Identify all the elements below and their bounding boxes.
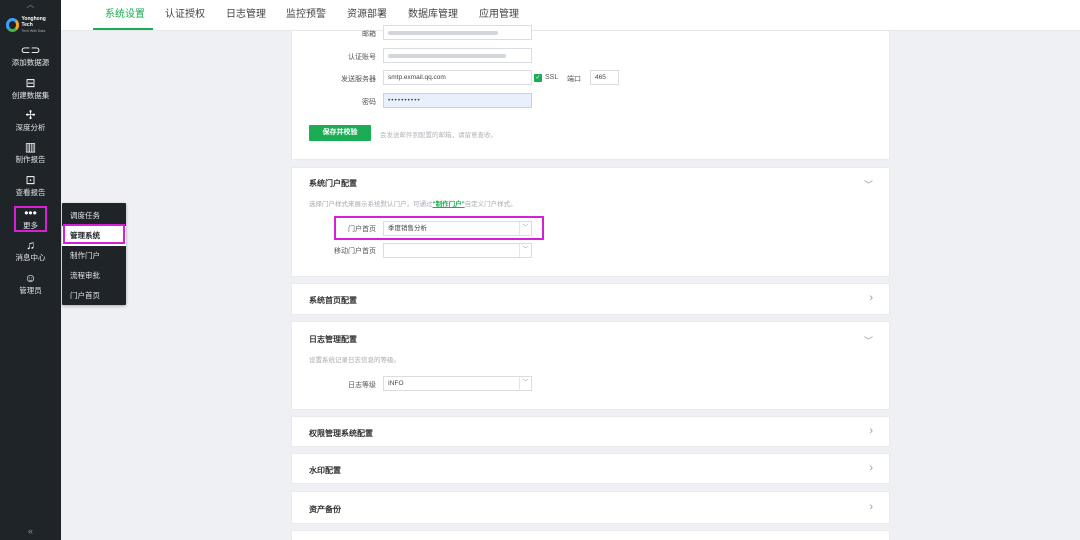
user-icon: ☺ [24, 271, 37, 285]
account-label: 认证账号 [348, 54, 376, 61]
save-validate-button[interactable]: 保存并校验 [309, 125, 371, 141]
popup-item-schedule[interactable]: 调度任务 [62, 206, 126, 226]
logo-mark-icon [6, 18, 20, 32]
analysis-icon: ✢ [25, 108, 36, 122]
sidebar-item-create-dataset[interactable]: ⊟ 创建数据集 [0, 75, 61, 105]
mobile-portal-home-select[interactable]: ﹀ [383, 243, 532, 258]
logo-tagline: Tech With Data [21, 29, 46, 33]
watermark-config-title: 水印配置 [309, 466, 341, 475]
tab-resources[interactable]: 资源部署 [347, 0, 387, 31]
logo: Yonghong Tech Tech With Data [6, 14, 56, 36]
dataset-icon: ⊟ [25, 76, 36, 90]
left-sidebar: ︿ Yonghong Tech Tech With Data ⊂⊃ 添加数据源 ⊟… [0, 0, 61, 540]
portal-desc-suffix: 自定义门户样式。 [464, 201, 517, 208]
perm-config-title: 权限管理系统配置 [309, 429, 373, 438]
more-highlight-box [14, 206, 47, 232]
sidebar-item-deep-analysis[interactable]: ✢ 深度分析 [0, 107, 61, 137]
popup-item-approval[interactable]: 流程审批 [62, 266, 126, 286]
log-level-select[interactable]: INFO ﹀ [383, 376, 532, 391]
more-popup-menu: 调度任务 管理系统 制作门户 流程审批 门户首页 [62, 203, 126, 305]
server-input[interactable]: smtp.exmail.qq.com [383, 70, 532, 85]
active-tab-indicator [93, 28, 153, 30]
chevron-down-icon[interactable]: ﹀ [864, 334, 873, 347]
sidebar-item-view-report[interactable]: ⊡ 查看报告 [0, 172, 61, 202]
chart-line-icon: ⊡ [25, 173, 36, 187]
portal-config-title: 系统门户配置 [309, 179, 357, 188]
popup-item-portal-home[interactable]: 门户首页 [62, 286, 126, 306]
link-icon: ⊂⊃ [20, 43, 41, 57]
collapse-icon[interactable]: « [0, 526, 61, 536]
bell-icon: ♫ [26, 238, 35, 252]
sidebar-item-admin[interactable]: ☺ 管理员 [0, 270, 61, 300]
popup-item-make-portal[interactable]: 制作门户 [62, 246, 126, 266]
sidebar-item-messages[interactable]: ♫ 消息中心 [0, 237, 61, 267]
sidebar-item-label: 消息中心 [15, 253, 46, 262]
home-config-title: 系统首页配置 [309, 296, 357, 305]
asset-backup-title: 资产备份 [309, 505, 341, 514]
portal-home-highlight-box [334, 216, 544, 240]
chevron-down-icon: ﹀ [519, 244, 531, 257]
sidebar-item-label: 深度分析 [15, 123, 46, 132]
chevron-right-icon[interactable]: › [869, 292, 873, 304]
top-nav: 系统设置 认证授权 日志管理 监控预警 资源部署 数据库管理 应用管理 [61, 0, 1080, 31]
home-config-panel[interactable]: 系统首页配置 › [291, 283, 890, 315]
sidebar-item-add-datasource[interactable]: ⊂⊃ 添加数据源 [0, 42, 61, 72]
tab-monitor[interactable]: 监控预警 [286, 0, 326, 31]
log-level-label: 日志等级 [348, 382, 376, 389]
sidebar-item-label: 查看报告 [15, 188, 46, 197]
password-input[interactable]: •••••••••• [383, 93, 532, 108]
chevron-right-icon[interactable]: › [869, 425, 873, 437]
save-hint: 会发送邮件到配置的邮箱，请留意查收。 [380, 132, 497, 139]
chevron-right-icon[interactable]: › [869, 462, 873, 474]
chevron-down-icon: ﹀ [519, 377, 531, 390]
log-config-panel: 日志管理配置 ﹀ 设置系统记录日志信息的等级。 日志等级 INFO ﹀ [291, 321, 890, 410]
chevron-right-icon[interactable]: › [869, 501, 873, 513]
sidebar-item-label: 管理员 [19, 286, 42, 295]
mobile-portal-home-label: 移动门户首页 [334, 248, 376, 255]
log-config-title: 日志管理配置 [309, 335, 357, 344]
sidebar-item-label: 制作报告 [15, 155, 46, 164]
portal-config-desc: 选择门户样式来展示系统默认门户，可通过"制作门户"自定义门户样式。 [309, 198, 517, 208]
next-config-panel[interactable] [291, 530, 890, 540]
portal-desc-prefix: 选择门户样式来展示系统默认门户，可通过 [309, 201, 433, 208]
password-label: 密码 [362, 99, 376, 106]
perm-config-panel[interactable]: 权限管理系统配置 › [291, 416, 890, 447]
asset-backup-panel[interactable]: 资产备份 › [291, 491, 890, 524]
port-input[interactable]: 465 [590, 70, 619, 85]
tab-logs[interactable]: 日志管理 [226, 0, 266, 31]
log-level-value: INFO [388, 380, 404, 387]
account-input[interactable] [383, 48, 532, 63]
watermark-config-panel[interactable]: 水印配置 › [291, 453, 890, 484]
make-portal-link[interactable]: "制作门户" [433, 201, 465, 208]
sidebar-item-label: 创建数据集 [11, 91, 50, 100]
ssl-checkbox[interactable]: ✓ [534, 74, 542, 82]
manage-system-highlight-box [63, 224, 125, 244]
log-config-desc: 设置系统记录日志信息的等级。 [309, 357, 400, 364]
scroll-up-icon[interactable]: ︿ [0, 0, 61, 10]
mailbox-label: 邮箱 [362, 31, 376, 38]
sidebar-item-label: 添加数据源 [11, 58, 50, 67]
email-config-panel: 邮箱 认证账号 发送服务器 smtp.exmail.qq.com ✓ SSL 端… [291, 25, 890, 160]
logo-name: Yonghong Tech [21, 16, 46, 28]
sidebar-item-make-report[interactable]: ▥ 制作报告 [0, 139, 61, 169]
tab-auth[interactable]: 认证授权 [165, 0, 205, 31]
port-label: 端口 [567, 76, 581, 83]
chart-bar-icon: ▥ [24, 140, 37, 154]
mailbox-input[interactable] [383, 25, 532, 40]
server-label: 发送服务器 [341, 76, 376, 83]
ssl-label: SSL [545, 74, 559, 81]
tab-system-settings[interactable]: 系统设置 [105, 0, 145, 31]
chevron-down-icon[interactable]: ﹀ [864, 178, 873, 191]
